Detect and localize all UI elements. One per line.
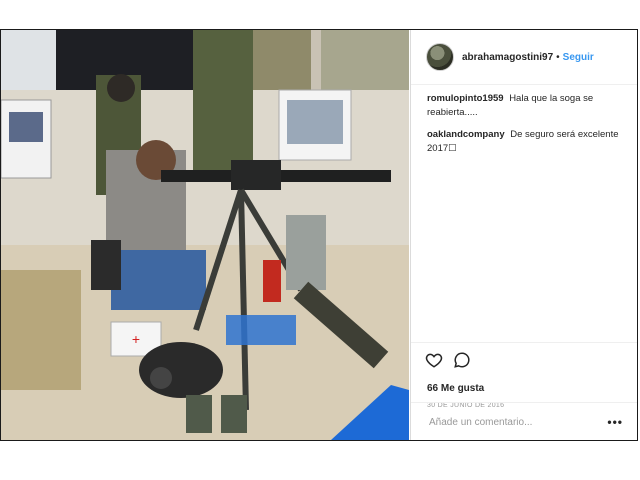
username[interactable]: abrahamagostini97 — [462, 52, 553, 63]
heart-icon[interactable] — [425, 351, 443, 369]
likes-count[interactable]: 66 Me gusta — [427, 383, 484, 394]
post-photo: + — [1, 30, 409, 440]
comment-username[interactable]: oaklandcompany — [427, 129, 505, 140]
separator-dot: • — [556, 51, 560, 63]
add-comment-bar: ••• — [411, 402, 637, 441]
avatar[interactable] — [426, 43, 454, 71]
comment-item: oaklandcompany De seguro será excelente … — [427, 128, 623, 156]
comment-icon[interactable] — [453, 351, 471, 369]
svg-text:+: + — [132, 331, 140, 347]
post-header: abrahamagostini97 • Seguir — [411, 30, 637, 85]
more-options-button[interactable]: ••• — [607, 415, 623, 429]
comment-username[interactable]: romulopinto1959 — [427, 93, 504, 104]
comment-input[interactable] — [427, 415, 601, 429]
comment-item: romulopinto1959 Hala que la soga se reab… — [427, 92, 623, 120]
photo-illustration: + — [1, 30, 409, 440]
post-actions: 66 Me gusta 30 DE JUNIO DE 2016 — [411, 342, 637, 409]
instagram-post: + abrahamagostini97 • Seguir romulopinto… — [0, 29, 638, 441]
follow-button[interactable]: Seguir — [563, 52, 594, 63]
post-sidebar: abrahamagostini97 • Seguir romulopinto19… — [410, 30, 637, 440]
comments-list: romulopinto1959 Hala que la soga se reab… — [427, 92, 623, 164]
